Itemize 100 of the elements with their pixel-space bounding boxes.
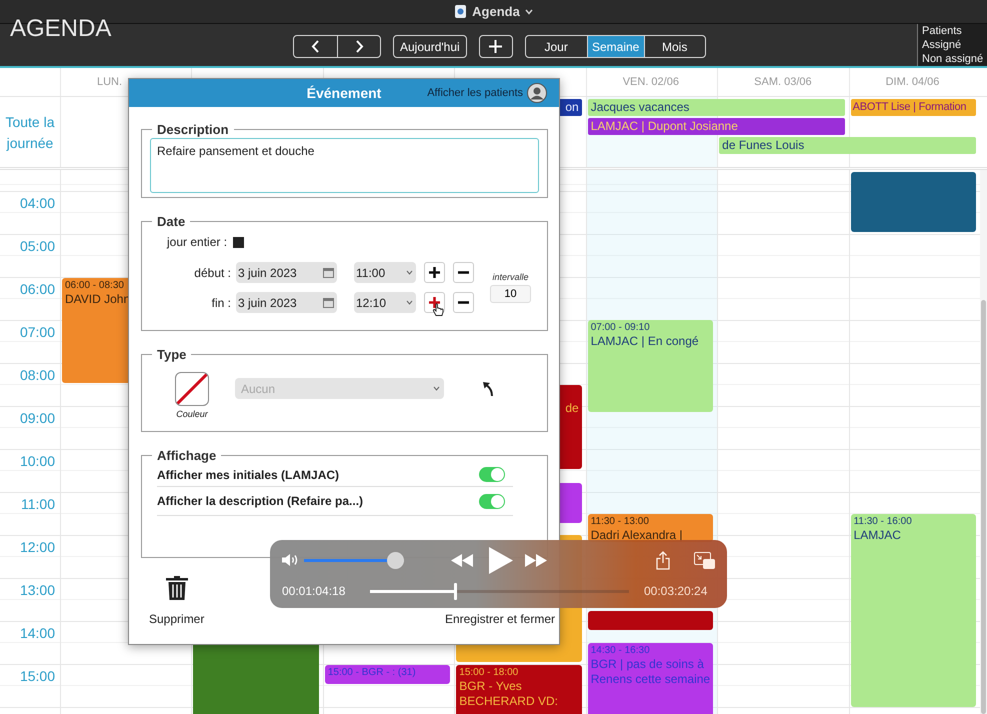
all-day-checkbox[interactable] — [233, 236, 244, 248]
date-field[interactable]: 3 juin 2023 — [236, 292, 337, 313]
toggle-switch[interactable] — [479, 467, 505, 482]
hour-label: 10:00 — [20, 453, 55, 469]
minus-icon — [458, 271, 469, 274]
dialog-title: Événement — [306, 85, 382, 101]
hour-label: 04:00 — [20, 195, 55, 211]
chevron-down-icon — [433, 386, 440, 391]
hour-label: 08:00 — [20, 367, 55, 383]
avatar-icon — [527, 83, 547, 103]
app-title: AGENDA — [9, 18, 112, 40]
save-close-button[interactable]: Enregistrer et fermer — [444, 612, 555, 626]
toggle-label: Afficher mes initiales (LAMJAC) — [157, 468, 340, 482]
all-day-label: jour entier : — [167, 235, 228, 249]
calendar-event[interactable]: 15:00 - 18:00 BGR - Yves BECHERARD VD: — [456, 665, 582, 714]
all-day-event[interactable]: de Funes Louis — [719, 137, 976, 154]
share-icon — [656, 550, 670, 570]
progress-slider[interactable] — [370, 582, 629, 600]
calendar-event[interactable]: 11:30 - 13:00 Dadri Alexandra | — [588, 514, 714, 542]
day-header: LUN. — [97, 76, 122, 88]
toggle-label: Afficher la description (Refaire pa...) — [157, 494, 364, 508]
event-time: 14:30 - 16:30 — [590, 645, 651, 656]
plus-icon — [489, 40, 502, 53]
day-header: VEN. 02/06 — [622, 76, 679, 88]
rewind-icon — [451, 554, 473, 566]
chevron-down-icon — [406, 270, 413, 275]
calendar-icon — [323, 268, 334, 278]
event-title: LAMJAC — [854, 528, 902, 543]
view-tab[interactable]: Jour — [526, 36, 587, 57]
time-select[interactable]: 12:10 — [354, 292, 416, 313]
all-day-event[interactable]: LAMJAC | Dupont Josianne — [588, 118, 845, 135]
calendar-event[interactable]: 07:00 - 09:10 LAMJAC | En congé — [588, 320, 714, 412]
hour-label: 14:00 — [20, 625, 55, 641]
plus-icon — [429, 297, 440, 308]
filter-option[interactable]: Assigné — [922, 38, 987, 52]
progress-thumb[interactable] — [454, 582, 458, 600]
play-icon — [489, 546, 513, 574]
calendar-event[interactable]: 11:30 - 16:00 LAMJAC — [850, 514, 976, 707]
hour-label: 07:00 — [20, 324, 55, 340]
event-time: 07:00 - 09:10 — [590, 322, 651, 333]
all-day-event[interactable]: ABOTT Lise | Formation — [850, 99, 976, 116]
increment-button[interactable] — [424, 262, 445, 283]
view-tab[interactable]: Mois — [644, 36, 705, 57]
description-field[interactable]: Refaire pansement et douche — [150, 138, 539, 193]
fast-forward-icon — [525, 554, 547, 566]
picture-in-picture-button[interactable] — [694, 552, 715, 568]
time-select[interactable]: 11:00 — [354, 262, 416, 283]
event-time: 11:30 - 16:00 — [854, 516, 913, 527]
event-title: BGR | pas de soins à Renens cette semaine — [590, 657, 710, 687]
fast-forward-button[interactable] — [525, 554, 547, 566]
show-patients-button[interactable]: Afficher les patients — [427, 83, 547, 103]
document-icon — [454, 4, 468, 19]
minus-icon — [458, 301, 469, 304]
window-title: Agenda — [472, 4, 520, 19]
increment-button[interactable] — [424, 292, 445, 313]
event-time: 15:00 - 18:00 — [459, 667, 520, 678]
section-legend: Affichage — [152, 448, 222, 463]
share-button[interactable] — [656, 550, 670, 570]
hour-label: 15:00 — [20, 668, 55, 684]
plus-icon — [429, 267, 440, 278]
date-field[interactable]: 3 juin 2023 — [236, 262, 337, 283]
delete-button[interactable]: Supprimer — [149, 576, 204, 626]
decrement-button[interactable] — [453, 292, 474, 313]
day-header: SAM. 03/06 — [754, 76, 812, 88]
all-day-event[interactable]: Jacques vacances — [588, 99, 845, 116]
filter-option[interactable]: Non assigné — [922, 52, 987, 66]
section-legend: Description — [152, 122, 234, 137]
event-title: BGR - Yves BECHERARD VD: — [459, 679, 559, 709]
play-button[interactable] — [489, 546, 513, 574]
hour-label: 09:00 — [20, 410, 55, 426]
date-row-label: début : — [193, 266, 232, 280]
elapsed-time: 00:01:04:18 — [282, 584, 346, 598]
hour-label: 12:00 — [20, 539, 55, 555]
filter-option[interactable]: Patients — [922, 24, 987, 38]
hour-label: 05:00 — [20, 238, 55, 254]
curved-arrow-icon — [482, 381, 494, 397]
all-day-label: Toute la journée — [4, 113, 56, 153]
chevron-down-icon[interactable] — [524, 8, 533, 14]
event-time: 06:00 - 08:30 — [65, 280, 125, 291]
color-label: Couleur — [176, 409, 208, 419]
color-swatch[interactable] — [175, 372, 209, 406]
calendar-icon — [323, 298, 334, 308]
scrollbar[interactable] — [980, 170, 987, 714]
hour-label: 11:00 — [21, 496, 55, 512]
chevron-left-icon — [311, 40, 320, 53]
interval-field[interactable]: 10 — [490, 285, 531, 303]
add-button[interactable] — [478, 35, 513, 58]
chevron-down-icon — [406, 300, 413, 305]
toggle-switch[interactable] — [479, 494, 505, 508]
no-color-icon — [176, 373, 208, 405]
day-header: DIM. 04/06 — [886, 76, 940, 88]
rewind-button[interactable] — [451, 554, 473, 566]
today-button[interactable]: Aujourd'hui — [393, 35, 467, 58]
decrement-button[interactable] — [453, 262, 474, 283]
hand-cursor-icon — [432, 303, 444, 317]
volume-icon[interactable] — [282, 553, 299, 567]
interval-label: intervalle — [492, 272, 529, 282]
remaining-time: 00:03:20:24 — [644, 584, 708, 598]
event-time: 11:30 - 13:00 — [590, 516, 650, 527]
event-time: 15:00 - BGR - : (31) — [328, 667, 417, 678]
